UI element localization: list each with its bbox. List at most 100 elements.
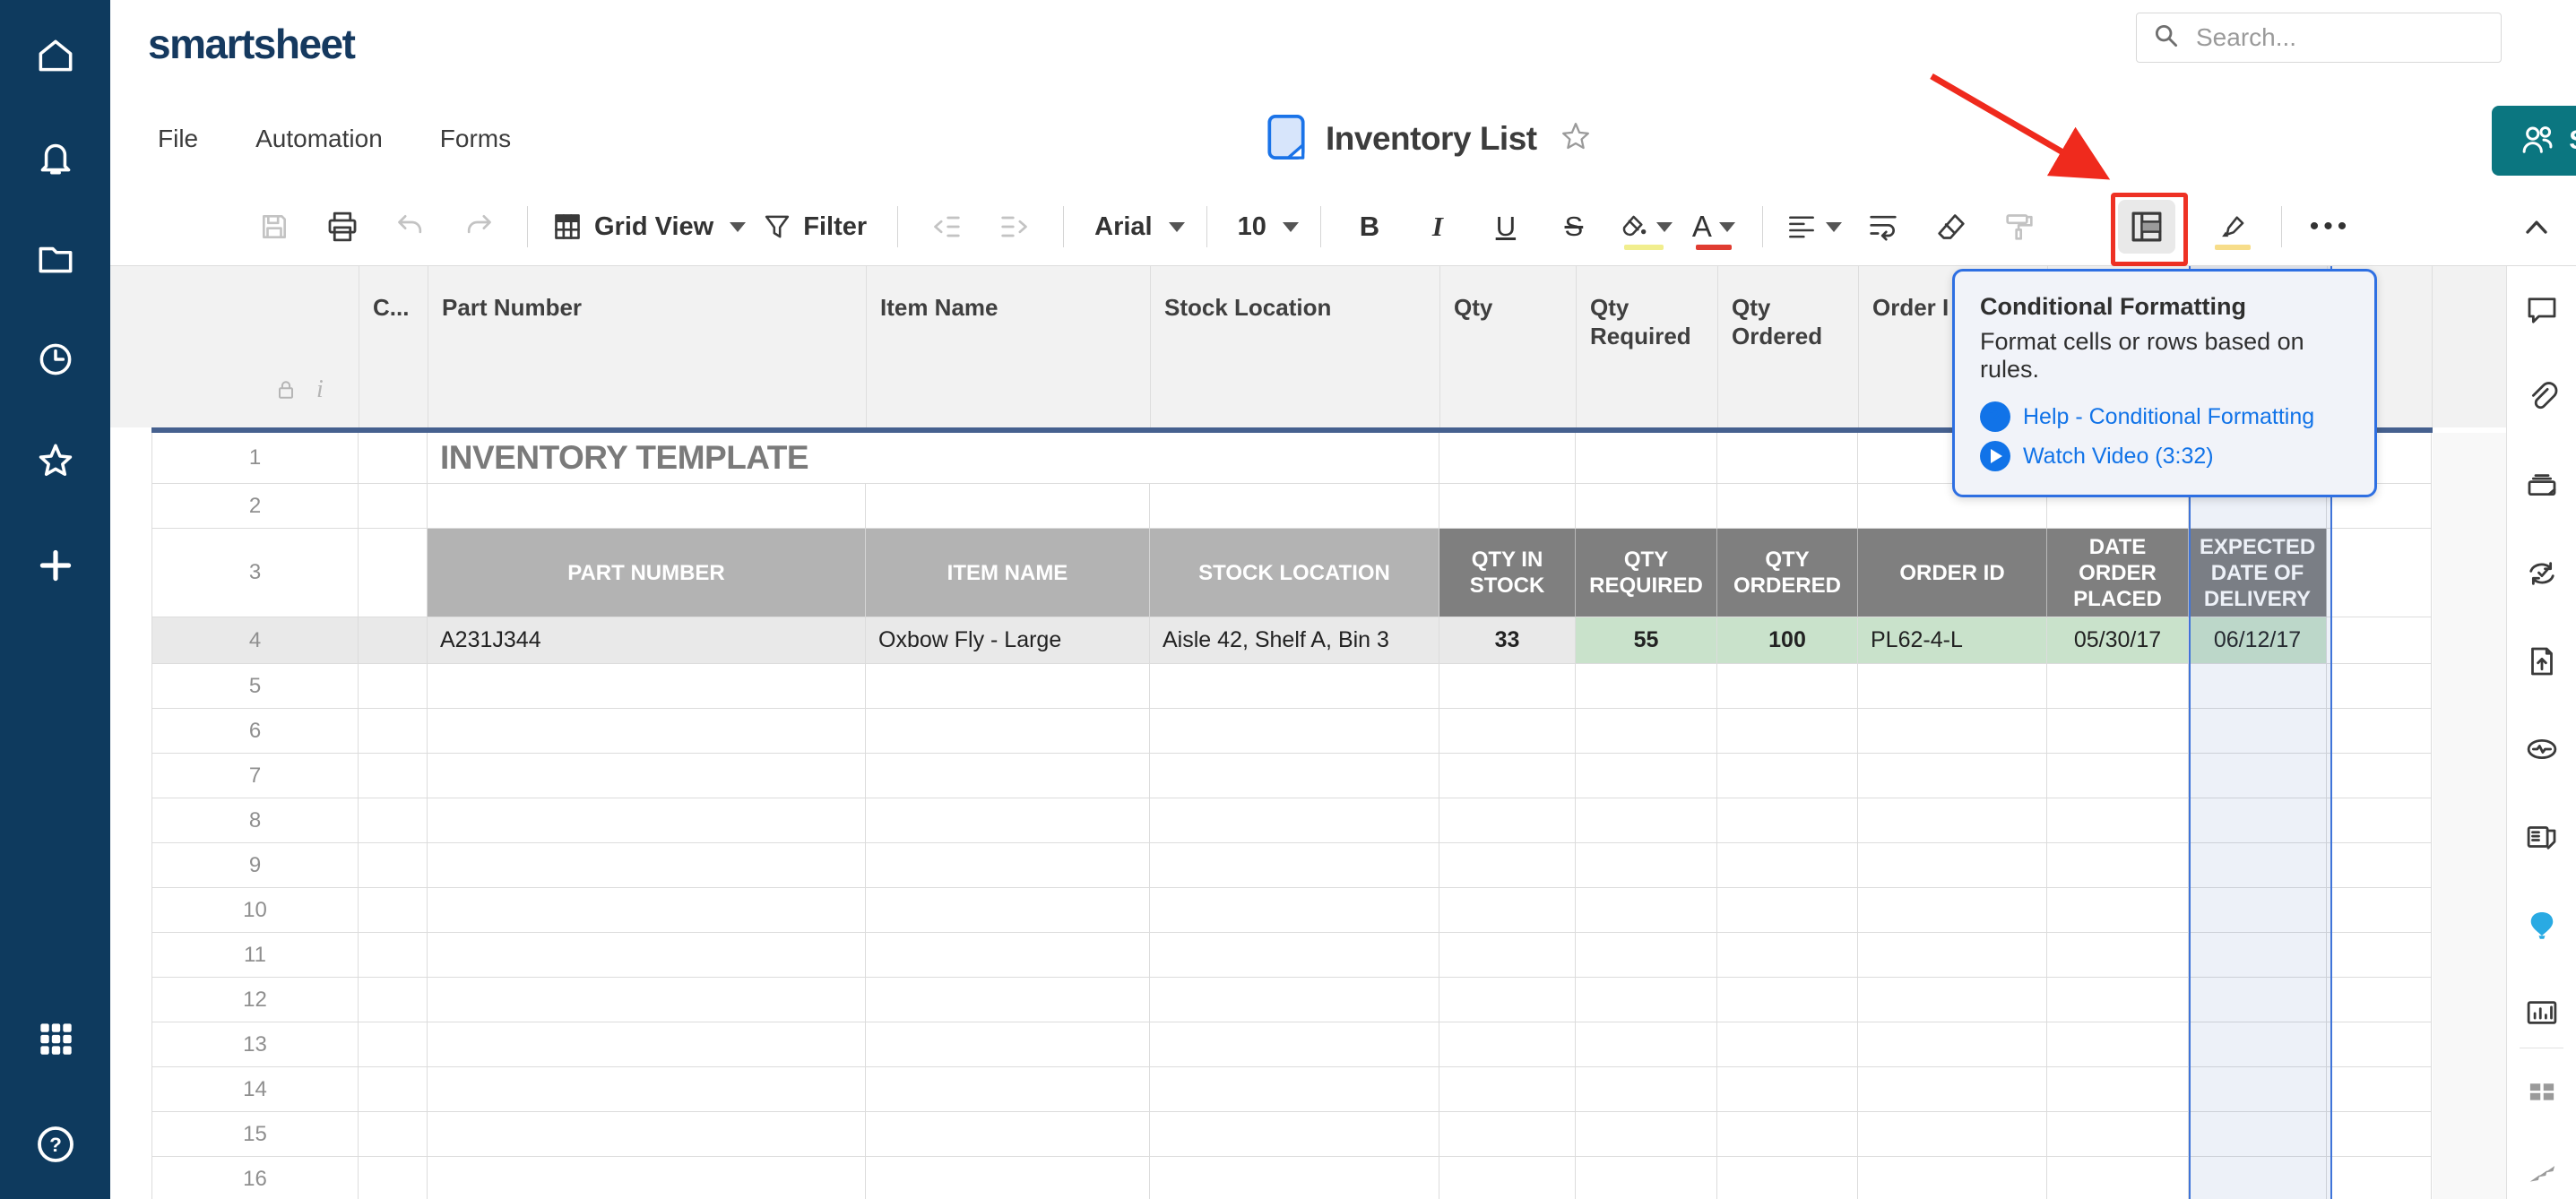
- grid-cell[interactable]: [866, 1067, 1150, 1112]
- grid-cell[interactable]: [359, 1112, 428, 1157]
- sheet-summary-icon[interactable]: [2523, 818, 2561, 860]
- bold-button[interactable]: B: [1343, 200, 1396, 254]
- grid-cell[interactable]: [1150, 798, 1439, 843]
- grid-cell[interactable]: [866, 484, 1150, 529]
- grid-cell[interactable]: [866, 843, 1150, 888]
- grid-cell[interactable]: [1150, 1112, 1439, 1157]
- apps-icon[interactable]: [2523, 1073, 2561, 1115]
- grid-cell[interactable]: [1439, 798, 1576, 843]
- table-header-cell[interactable]: QTY ORDERED: [1717, 529, 1858, 617]
- charts-icon[interactable]: [2523, 994, 2561, 1036]
- grid-cell[interactable]: [1576, 1022, 1717, 1067]
- data-cell[interactable]: 55: [1576, 617, 1717, 664]
- grid-cell[interactable]: [359, 664, 428, 709]
- print-button[interactable]: [316, 200, 369, 254]
- column-header[interactable]: C...: [373, 293, 417, 322]
- grid-cell[interactable]: [1439, 1022, 1576, 1067]
- row-number[interactable]: 13: [151, 1022, 359, 1067]
- grid-cell[interactable]: [1439, 933, 1576, 978]
- grid-cell[interactable]: [1576, 1157, 1717, 1199]
- grid-cell[interactable]: [1576, 484, 1717, 529]
- home-icon[interactable]: [0, 34, 110, 79]
- grid-cell[interactable]: [428, 978, 866, 1022]
- table-header-cell[interactable]: DATE ORDER PLACED: [2047, 529, 2189, 617]
- grid-cell[interactable]: [2327, 1067, 2432, 1112]
- grid-cell[interactable]: [2189, 1157, 2327, 1199]
- grid-cell[interactable]: [428, 484, 866, 529]
- grid-cell[interactable]: [2047, 798, 2189, 843]
- outdent-button[interactable]: [920, 200, 973, 254]
- grid-cell[interactable]: [1576, 978, 1717, 1022]
- row-number[interactable]: 1: [151, 433, 359, 484]
- redo-button[interactable]: [452, 200, 506, 254]
- data-cell[interactable]: [2327, 617, 2432, 664]
- font-family-select[interactable]: Arial: [1085, 200, 1184, 254]
- grid-cell[interactable]: [359, 1157, 428, 1199]
- data-cell[interactable]: A231J344: [428, 617, 866, 664]
- grid-cell[interactable]: [1439, 1157, 1576, 1199]
- grid-cell[interactable]: [1576, 1112, 1717, 1157]
- table-header-cell[interactable]: PART NUMBER: [428, 529, 866, 617]
- recents-icon[interactable]: [0, 337, 110, 382]
- browse-icon[interactable]: [0, 237, 110, 281]
- favorites-icon[interactable]: [0, 439, 110, 484]
- grid-cell[interactable]: [2189, 709, 2327, 754]
- row-number[interactable]: 2: [151, 484, 359, 529]
- grid-cell[interactable]: [2327, 1022, 2432, 1067]
- undo-button[interactable]: [384, 200, 437, 254]
- grid-cell[interactable]: [2189, 888, 2327, 933]
- grid-cell[interactable]: [2047, 1112, 2189, 1157]
- row-number[interactable]: 10: [151, 888, 359, 933]
- integrations-icon[interactable]: [2524, 1153, 2560, 1194]
- grid-cell[interactable]: [1150, 888, 1439, 933]
- grid-cell[interactable]: [1150, 1022, 1439, 1067]
- grid-cell[interactable]: [1150, 484, 1439, 529]
- row-number[interactable]: 11: [151, 933, 359, 978]
- row-number[interactable]: 9: [151, 843, 359, 888]
- row-number[interactable]: 14: [151, 1067, 359, 1112]
- grid-cell[interactable]: [1717, 1022, 1858, 1067]
- grid-cell[interactable]: [1717, 484, 1858, 529]
- data-cell[interactable]: 05/30/17: [2047, 617, 2189, 664]
- grid-cell[interactable]: [2327, 798, 2432, 843]
- indent-button[interactable]: [988, 200, 1042, 254]
- brandfolder-icon[interactable]: [2523, 906, 2561, 948]
- grid-cell[interactable]: [2327, 1112, 2432, 1157]
- grid-cell[interactable]: [1576, 888, 1717, 933]
- grid-cell[interactable]: [1576, 798, 1717, 843]
- more-options-button[interactable]: •••: [2304, 200, 2357, 254]
- grid-cell[interactable]: [1439, 888, 1576, 933]
- collapse-toolbar-button[interactable]: [2517, 210, 2556, 250]
- grid-cell[interactable]: [1717, 933, 1858, 978]
- column-header[interactable]: Qty: [1454, 293, 1565, 322]
- grid-cell[interactable]: [1150, 754, 1439, 798]
- data-cell[interactable]: 100: [1717, 617, 1858, 664]
- font-size-select[interactable]: 10: [1229, 200, 1299, 254]
- grid-cell[interactable]: [866, 754, 1150, 798]
- grid-cell[interactable]: [2327, 529, 2432, 617]
- grid-cell[interactable]: [359, 798, 428, 843]
- fill-color-button[interactable]: [1615, 200, 1673, 254]
- grid-cell[interactable]: [866, 1157, 1150, 1199]
- grid-cell[interactable]: [428, 933, 866, 978]
- grid-cell[interactable]: [866, 933, 1150, 978]
- grid-cell[interactable]: [428, 664, 866, 709]
- grid-cell[interactable]: [2189, 1112, 2327, 1157]
- attachments-icon[interactable]: [2523, 379, 2561, 421]
- row-number[interactable]: 4: [151, 617, 359, 664]
- grid-cell[interactable]: [359, 433, 428, 484]
- grid-cell[interactable]: [1576, 1067, 1717, 1112]
- grid-cell[interactable]: [866, 709, 1150, 754]
- grid-cell[interactable]: [428, 754, 866, 798]
- grid-cell[interactable]: [359, 1067, 428, 1112]
- grid-cell[interactable]: [866, 798, 1150, 843]
- column-header[interactable]: Stock Location: [1164, 293, 1429, 322]
- grid-cell[interactable]: [1717, 843, 1858, 888]
- menu-automation[interactable]: Automation: [255, 125, 383, 153]
- grid-cell[interactable]: [2327, 709, 2432, 754]
- grid-cell[interactable]: [2047, 1022, 2189, 1067]
- table-header-cell[interactable]: QTY IN STOCK: [1439, 529, 1576, 617]
- publish-icon[interactable]: [2523, 643, 2561, 685]
- grid-cell[interactable]: [1439, 664, 1576, 709]
- grid-cell[interactable]: [1150, 978, 1439, 1022]
